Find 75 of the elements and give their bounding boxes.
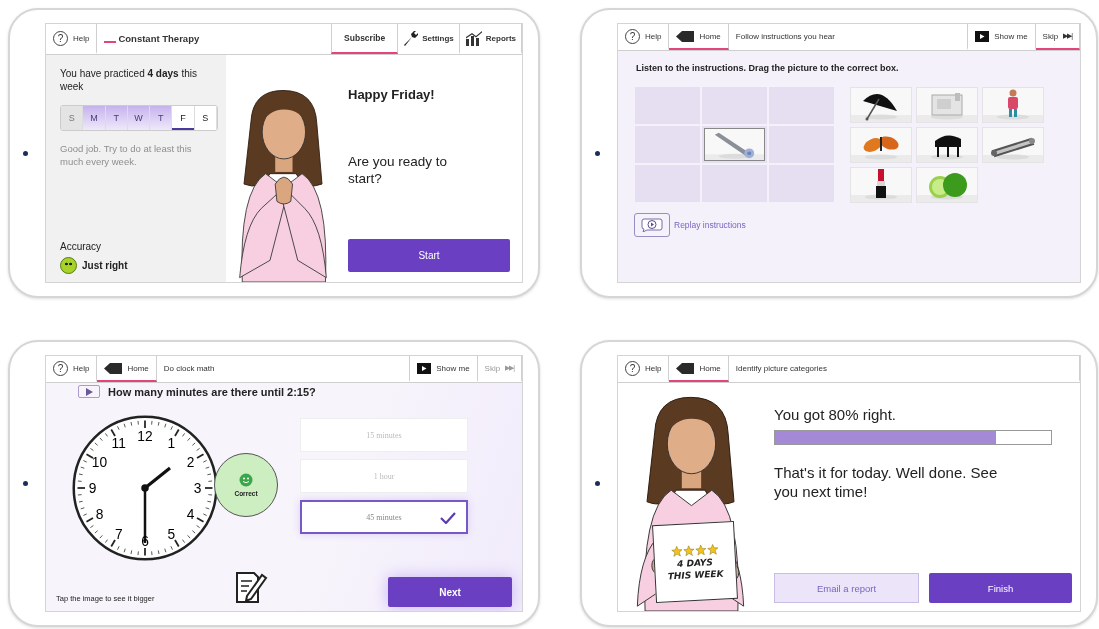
- help-button[interactable]: ? Help: [46, 356, 98, 382]
- smiley-icon: [60, 257, 77, 274]
- clock-numeral: 5: [167, 526, 176, 542]
- accuracy-label: Accuracy: [60, 241, 103, 252]
- replay-link[interactable]: Replay instructions: [674, 220, 746, 230]
- subscribe-tab[interactable]: Subscribe: [331, 24, 399, 54]
- clock-numeral: 10: [91, 454, 108, 470]
- wrench-icon: [403, 30, 420, 46]
- clock-numeral: 1: [167, 435, 176, 451]
- back-arrow-icon: [676, 30, 695, 42]
- score-text: You got 80% right.: [774, 405, 898, 425]
- practice-note: You have practiced 4 days this week: [60, 67, 198, 93]
- sign-text: 4 DAYS: [676, 556, 714, 569]
- day-cell: T: [105, 106, 128, 130]
- camera-dot: [595, 150, 600, 156]
- camera-dot: [23, 481, 28, 486]
- clock-numeral: 2: [186, 454, 195, 470]
- instruction-text: Listen to the instructions. Drag the picture to the correct box.: [636, 63, 900, 73]
- camera-dot: [595, 481, 600, 486]
- day-cell: F: [172, 106, 195, 130]
- clock-numeral: 12: [137, 428, 153, 444]
- home-tab[interactable]: Home: [669, 356, 729, 382]
- camera-dot: [23, 150, 28, 156]
- bar-chart-icon: [464, 30, 483, 46]
- sign-text: THIS WEEK: [667, 568, 724, 581]
- show-me-button[interactable]: Show me: [968, 24, 1036, 50]
- clock-numeral: 4: [186, 507, 195, 523]
- email-report-button[interactable]: Email a report: [774, 573, 919, 603]
- clock-face-drawing[interactable]: [72, 415, 218, 561]
- help-button[interactable]: ? Help: [46, 24, 98, 54]
- next-button[interactable]: Next: [388, 577, 512, 607]
- encouragement-text: Good job. Try to do at least this much every week.: [60, 143, 193, 169]
- reports-button[interactable]: Reports: [459, 24, 522, 54]
- back-arrow-icon: [676, 362, 695, 374]
- picture-card[interactable]: [850, 87, 912, 123]
- show-me-button[interactable]: Show me: [410, 356, 478, 382]
- picture-card[interactable]: [916, 127, 978, 163]
- accuracy-value: Just right: [82, 260, 128, 271]
- day-cell: W: [127, 106, 151, 130]
- smiley-icon: [239, 472, 253, 487]
- greeting: Happy Friday!: [348, 87, 436, 102]
- day-cell: S: [61, 106, 84, 130]
- speech-play-icon: [641, 218, 663, 232]
- start-button[interactable]: Start: [348, 239, 510, 272]
- star-icon: [682, 544, 695, 557]
- play-icon: [85, 387, 93, 396]
- picture-card[interactable]: [850, 167, 912, 203]
- star-icon: [670, 545, 683, 557]
- day-cell: S: [194, 106, 217, 130]
- finish-button[interactable]: Finish: [929, 573, 1072, 603]
- video-icon: [417, 362, 432, 374]
- star-icon: [694, 543, 707, 556]
- clock-numeral: 8: [95, 507, 104, 523]
- clock-numeral: 6: [141, 533, 149, 549]
- play-button[interactable]: [78, 385, 100, 398]
- check-icon: [440, 512, 456, 524]
- answer-option[interactable]: 45 minutes: [300, 500, 468, 534]
- star-icon: [706, 543, 719, 555]
- clock-numeral: 11: [111, 435, 126, 451]
- back-arrow-icon: [104, 362, 123, 374]
- help-button[interactable]: ? Help: [618, 24, 670, 50]
- closing-message: That's it for today. Well done. See you next time!: [774, 462, 999, 502]
- app-title: Constant Therapy: [118, 32, 200, 44]
- day-cell: M: [83, 106, 106, 130]
- settings-button[interactable]: Settings: [398, 24, 460, 54]
- picture-card[interactable]: [982, 127, 1044, 163]
- clock-numeral: 3: [193, 481, 202, 496]
- question-text: How many minutes are there until 2:15?: [108, 385, 316, 398]
- help-button[interactable]: ? Help: [618, 356, 670, 382]
- clock-numeral: 7: [114, 526, 123, 542]
- clock-numeral: 9: [88, 481, 97, 496]
- video-icon: [975, 30, 990, 42]
- day-cell: T: [150, 106, 173, 130]
- replay-button[interactable]: [634, 213, 670, 237]
- start-question: Are you ready to start?: [348, 154, 449, 187]
